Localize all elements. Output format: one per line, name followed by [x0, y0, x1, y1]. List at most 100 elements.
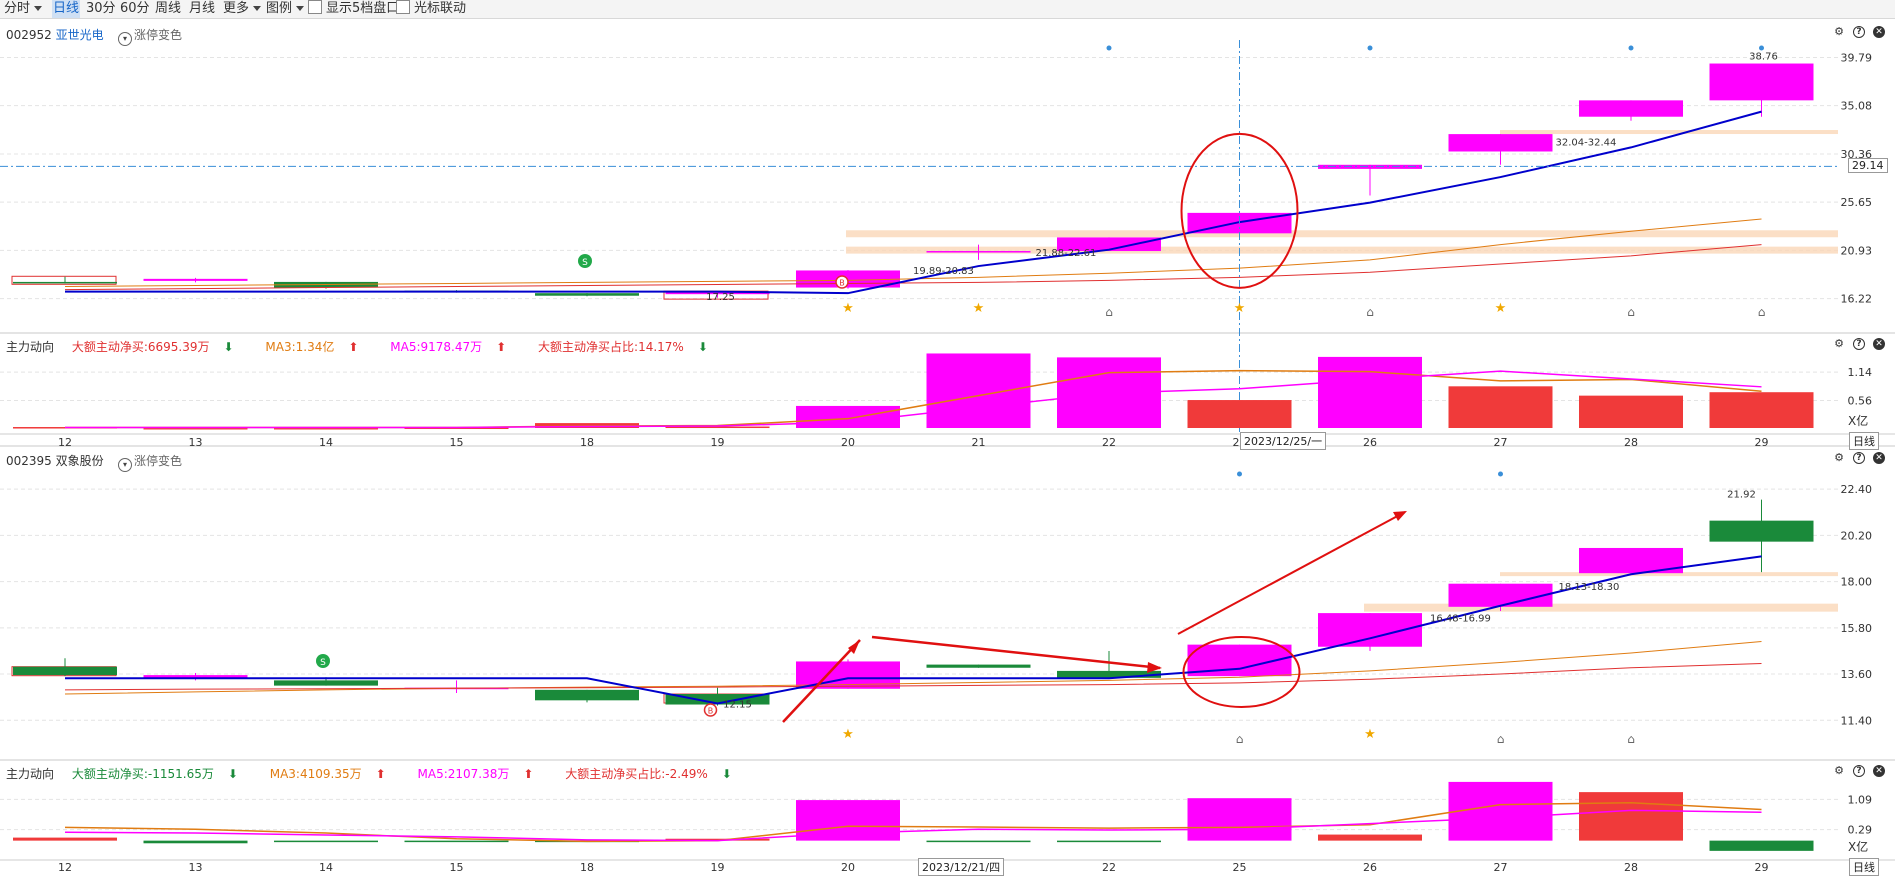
- x-tick-label: 19: [711, 436, 725, 449]
- x-tick-label: 20: [841, 436, 855, 449]
- x-tick-label: 20: [841, 861, 855, 874]
- help-icon[interactable]: ?: [1853, 338, 1865, 350]
- candle-body: [13, 666, 117, 676]
- price-annotation: 17.25: [706, 292, 735, 303]
- y-tick-label: 11.40: [1841, 714, 1873, 727]
- limit-color-toggle[interactable]: ▾ 涨停变色: [118, 452, 182, 472]
- event-dot: [1759, 45, 1764, 51]
- flow-bar: [143, 840, 248, 844]
- stock-code: 002952: [6, 28, 52, 42]
- close-icon[interactable]: ✕: [1873, 452, 1885, 464]
- gear-icon[interactable]: ⚙: [1833, 338, 1845, 350]
- flow-bar: [1187, 798, 1292, 841]
- y-tick-label: 13.60: [1841, 668, 1873, 681]
- flow-net-buy: 大额主动净买:6695.39万: [71, 340, 210, 354]
- gear-icon[interactable]: ⚙: [1833, 765, 1845, 777]
- flow-ma5: MA5:9178.47万: [390, 340, 483, 354]
- x-tick-label: 13: [189, 861, 203, 874]
- candle-body: [1709, 520, 1814, 542]
- arrow-down-icon: ⬇: [227, 767, 238, 781]
- resistance-band: [846, 246, 1838, 254]
- event-dot: [1237, 471, 1242, 477]
- flow-bar: [1448, 781, 1553, 841]
- candle-body: [926, 664, 1031, 668]
- stock-name[interactable]: 双象股份: [56, 454, 104, 468]
- panel1-flow-legend: 主力动向 大额主动净买:6695.39万 ⬇ MA3:1.34亿 ⬆ MA5:917…: [6, 338, 736, 355]
- arrow-down-icon: ⬇: [223, 340, 234, 354]
- flow-net-buy: 大额主动净买:-1151.65万: [71, 767, 214, 781]
- panel2-flow-legend: 主力动向 大额主动净买:-1151.65万 ⬇ MA3:4109.35万 ⬆ MA5…: [6, 765, 760, 782]
- resistance-band: [1500, 130, 1838, 135]
- flow-bar: [1057, 840, 1161, 843]
- arrowhead-icon: [1393, 511, 1407, 521]
- chevron-down-icon: ▾: [118, 458, 132, 472]
- candle-body: [143, 278, 248, 281]
- candle-body: [535, 293, 639, 296]
- y-tick-label: 1.09: [1848, 793, 1873, 806]
- x-tick-label: 22: [1102, 436, 1116, 449]
- arrow-up-icon: ⬆: [496, 340, 507, 354]
- gear-icon[interactable]: ⚙: [1833, 26, 1845, 38]
- period-label: 日线: [1849, 432, 1879, 450]
- sell-signal-label: S: [582, 258, 588, 268]
- flow-bar: [1709, 840, 1814, 851]
- limit-color-toggle[interactable]: ▾ 涨停变色: [118, 26, 182, 46]
- x-tick-label: 12: [58, 436, 72, 449]
- candle-body: [1709, 63, 1814, 101]
- candle-body: [926, 251, 1031, 253]
- stock-code: 002395: [6, 454, 52, 468]
- flow-bar: [1448, 386, 1553, 428]
- event-dot: [1106, 45, 1112, 51]
- help-icon[interactable]: ?: [1853, 26, 1865, 38]
- help-icon[interactable]: ?: [1853, 452, 1865, 464]
- event-dot: [1628, 45, 1634, 51]
- help-icon[interactable]: ?: [1853, 765, 1865, 777]
- flow-ma3: MA3:4109.35万: [269, 767, 362, 781]
- gear-icon[interactable]: ⚙: [1833, 452, 1845, 464]
- stock-name[interactable]: 亚世光电: [56, 28, 104, 42]
- buy-signal-label: B: [708, 707, 714, 716]
- chart-canvas: 16.2220.9325.6530.3635.0839.7917.2519.89…: [0, 40, 1895, 874]
- candle-body: [1448, 583, 1553, 607]
- period-label: 日线: [1849, 858, 1879, 876]
- candle-body: [535, 689, 639, 701]
- x-tick-label: 26: [1363, 861, 1377, 874]
- flow-ma3: MA3:1.34亿: [265, 340, 335, 354]
- y-tick-label: 20.93: [1841, 244, 1873, 257]
- close-icon[interactable]: ✕: [1873, 26, 1885, 38]
- flow-bar: [796, 405, 900, 428]
- x-tick-label: 18: [580, 436, 594, 449]
- candle-body: [13, 281, 117, 284]
- notice-icon: ⌂: [1105, 305, 1113, 319]
- y-tick-label: 25.65: [1841, 196, 1873, 209]
- x-tick-label: 22: [1102, 861, 1116, 874]
- x-tick-label: 28: [1624, 436, 1638, 449]
- y-tick-label: 22.40: [1841, 483, 1873, 496]
- trend-arrow: [871, 635, 1161, 670]
- y-tick-label: 1.14: [1848, 366, 1873, 379]
- cursor-date-tag: 2023/12/21/四: [918, 858, 1005, 876]
- y-tick-label: 15.80: [1841, 622, 1873, 635]
- price-annotation: 12.15: [723, 700, 752, 711]
- high-annotation: 38.76: [1749, 51, 1778, 62]
- star-marker: ★: [842, 301, 854, 316]
- x-tick-label: 14: [319, 436, 333, 449]
- flow-ratio: 大额主动净买占比:14.17%: [538, 340, 684, 354]
- flow-ratio: 大额主动净买占比:-2.49%: [565, 767, 708, 781]
- zone-annotation: 18.13-18.30: [1559, 582, 1620, 593]
- flow-bar: [1709, 392, 1814, 428]
- x-tick-label: 25: [1233, 861, 1247, 874]
- sell-signal-label: S: [320, 658, 326, 668]
- toggle-label: 涨停变色: [134, 28, 183, 42]
- y-tick-label: 16.22: [1841, 293, 1873, 306]
- close-icon[interactable]: ✕: [1873, 765, 1885, 777]
- flow-bar: [1318, 356, 1422, 428]
- y-tick-label: 0.29: [1848, 824, 1873, 837]
- x-tick-label: 29: [1755, 436, 1769, 449]
- flow-bar: [1579, 792, 1683, 841]
- y-tick-label: 20.20: [1841, 529, 1873, 542]
- toggle-label: 涨停变色: [134, 454, 183, 468]
- close-icon[interactable]: ✕: [1873, 338, 1885, 350]
- arrow-up-icon: ⬆: [375, 767, 386, 781]
- x-tick-label: 13: [189, 436, 203, 449]
